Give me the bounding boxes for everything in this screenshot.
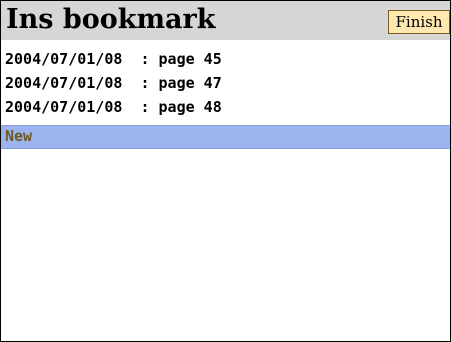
bookmark-item[interactable]: 2004/07/01/08 : page 48 (1, 95, 450, 119)
title-bar: Ins bookmark Finish (1, 1, 450, 42)
new-bookmark-item[interactable]: New (1, 125, 450, 149)
page-title: Ins bookmark (6, 4, 216, 35)
bookmark-screen: Ins bookmark Finish 2004/07/01/08 : page… (0, 0, 451, 342)
bookmark-item[interactable]: 2004/07/01/08 : page 45 (1, 47, 450, 71)
finish-button[interactable]: Finish (388, 10, 450, 34)
bookmark-item[interactable]: 2004/07/01/08 : page 47 (1, 71, 450, 95)
bookmark-list: 2004/07/01/08 : page 45 2004/07/01/08 : … (1, 47, 450, 119)
